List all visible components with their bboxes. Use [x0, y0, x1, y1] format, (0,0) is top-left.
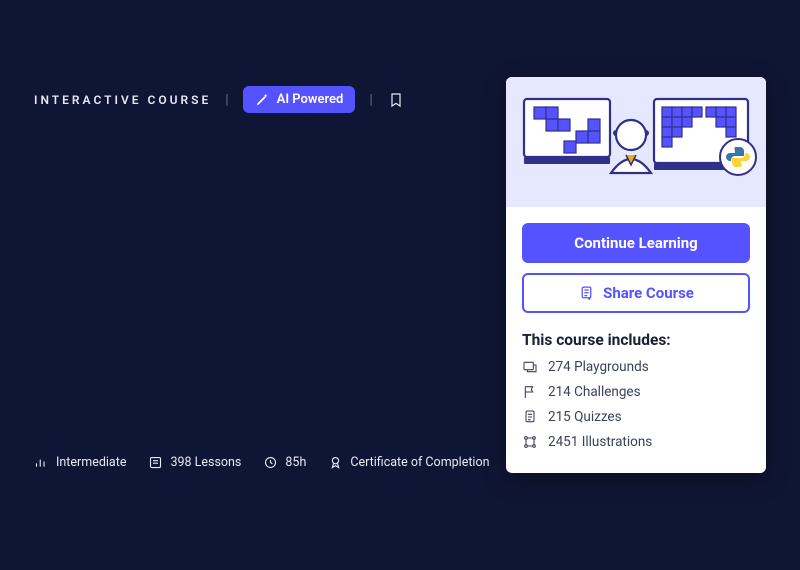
challenges-label: 214 Challenges [548, 384, 641, 400]
ai-badge-label: AI Powered [277, 92, 344, 107]
playground-icon [522, 359, 538, 375]
quiz-icon [522, 409, 538, 425]
course-header: INTERACTIVE COURSE | AI Powered | [34, 86, 405, 113]
quizzes-label: 215 Quizzes [548, 409, 622, 425]
course-type-label: INTERACTIVE COURSE [34, 93, 211, 107]
bookmark-button[interactable] [387, 91, 405, 109]
share-icon [578, 285, 595, 302]
duration-label: 85h [285, 455, 306, 470]
continue-learning-button[interactable]: Continue Learning [522, 223, 750, 263]
illustrations-icon [522, 434, 538, 450]
playgrounds-label: 274 Playgrounds [548, 359, 649, 375]
includes-quizzes: 215 Quizzes [522, 409, 750, 425]
course-illustration [506, 77, 766, 207]
course-card: Continue Learning Share Course This cour… [506, 77, 766, 473]
separator: | [369, 92, 372, 108]
bookmark-icon [388, 91, 404, 109]
clock-icon [263, 455, 278, 470]
flag-icon [522, 384, 538, 400]
continue-button-label: Continue Learning [574, 234, 697, 252]
certificate-icon [328, 455, 343, 470]
includes-challenges: 214 Challenges [522, 384, 750, 400]
course-meta-row: Intermediate 398 Lessons 85h Certificate… [34, 455, 490, 470]
level-label: Intermediate [56, 455, 126, 470]
share-button-label: Share Course [603, 284, 694, 302]
sparkle-pencil-icon [255, 92, 270, 107]
meta-certificate: Certificate of Completion [328, 455, 489, 470]
lessons-icon [148, 455, 163, 470]
share-course-button[interactable]: Share Course [522, 273, 750, 313]
lessons-label: 398 Lessons [170, 455, 241, 470]
meta-duration: 85h [263, 455, 306, 470]
ai-powered-badge[interactable]: AI Powered [243, 86, 356, 113]
bars-icon [34, 455, 49, 470]
includes-illustrations: 2451 Illustrations [522, 434, 750, 450]
separator: | [225, 92, 228, 108]
includes-title: This course includes: [522, 331, 750, 349]
includes-playgrounds: 274 Playgrounds [522, 359, 750, 375]
illustrations-label: 2451 Illustrations [548, 434, 652, 450]
certificate-label: Certificate of Completion [350, 455, 489, 470]
meta-lessons: 398 Lessons [148, 455, 241, 470]
meta-level: Intermediate [34, 455, 126, 470]
